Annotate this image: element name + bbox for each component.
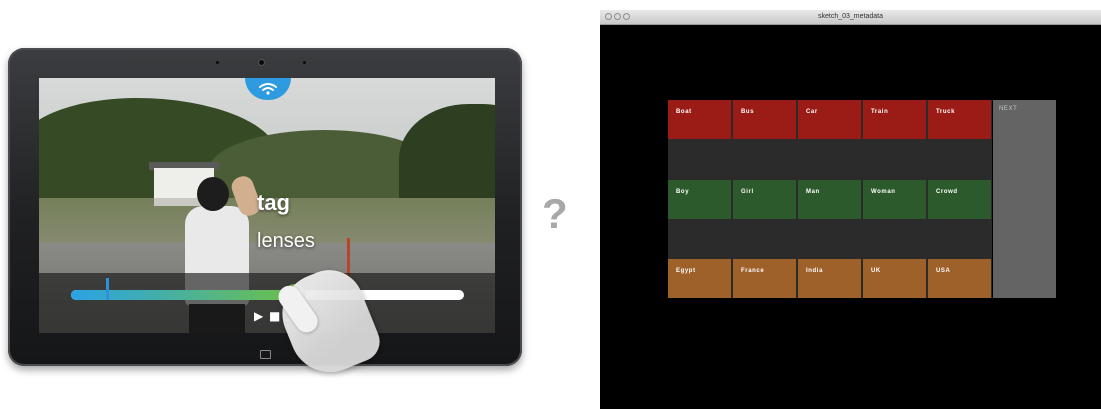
tag-cell-india[interactable]: India: [798, 259, 861, 298]
tag-cell-egypt[interactable]: Egypt: [668, 259, 731, 298]
tablet-sensor: [216, 61, 219, 64]
next-button[interactable]: NEXT: [993, 100, 1056, 298]
question-mark: ?: [542, 190, 568, 237]
timeline-progress-fill: [71, 290, 295, 300]
tag-cell-usa[interactable]: USA: [928, 259, 991, 298]
video-frame-person: [197, 177, 229, 211]
wifi-icon: [259, 83, 277, 95]
timeline-tag-marker[interactable]: [106, 278, 110, 300]
tag-cell-girl[interactable]: Girl: [733, 179, 796, 219]
tag-cell-car[interactable]: Car: [798, 100, 861, 139]
tablet-camera: [259, 60, 264, 65]
tablet-device: tag lenses ▶ ■: [8, 48, 522, 366]
tag-cell-boat[interactable]: Boat: [668, 100, 731, 139]
tag-cell-bus[interactable]: Bus: [733, 100, 796, 139]
window-title: sketch_03_metadata: [818, 13, 883, 20]
tag-cell-truck[interactable]: Truck: [928, 100, 991, 139]
tag-grid: Boat Bus Car Train Truck Boy Girl Man Woman Crowd…: [668, 100, 992, 298]
timeline-slider[interactable]: [71, 290, 464, 300]
tag-cell-crowd[interactable]: Crowd: [928, 179, 991, 219]
tag-cell-uk[interactable]: UK: [863, 259, 926, 298]
tag-cell-woman[interactable]: Woman: [863, 179, 926, 219]
stop-icon[interactable]: ■: [269, 310, 280, 322]
tag-row-people: Boy Girl Man Woman Crowd: [668, 179, 992, 219]
tag-cell-france[interactable]: France: [733, 259, 796, 298]
windows-home-icon[interactable]: [260, 350, 271, 359]
window-titlebar: sketch_03_metadata: [600, 10, 1101, 25]
tag-row-countries: Egypt France India UK USA: [668, 259, 992, 298]
tag-row-vehicles: Boat Bus Car Train Truck: [668, 100, 992, 139]
tag-cell-train[interactable]: Train: [863, 100, 926, 139]
tablet-sensor: [303, 61, 306, 64]
video-player[interactable]: tag lenses ▶ ■: [39, 78, 495, 333]
tag-cell-man[interactable]: Man: [798, 179, 861, 219]
tag-row-spacer: [668, 140, 992, 179]
lenses-label[interactable]: lenses: [257, 230, 315, 253]
app-window: sketch_03_metadata Boat Bus Car Train Truck B…: [600, 10, 1101, 409]
tag-label[interactable]: tag: [257, 190, 290, 216]
play-icon[interactable]: ▶: [254, 310, 263, 322]
tag-cell-boy[interactable]: Boy: [668, 179, 731, 219]
tag-row-spacer: [668, 219, 992, 258]
